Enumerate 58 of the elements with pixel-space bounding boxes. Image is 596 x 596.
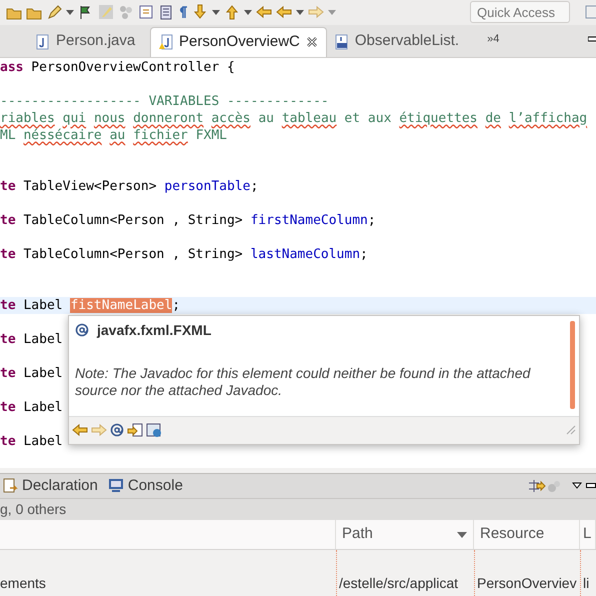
scrollbar-thumb[interactable]	[570, 320, 575, 409]
code-line: te TableColumn<Person , String> lastNameColumn;	[0, 246, 368, 263]
code-line: te Label	[0, 330, 63, 348]
problems-summary: g, 0 others	[0, 500, 66, 520]
code-line: ------------------ VARIABLES -------------	[0, 92, 329, 110]
column-header[interactable]: Path	[336, 520, 474, 549]
annotation-icon	[75, 323, 89, 338]
document-icon[interactable]	[158, 4, 174, 20]
editor-tab[interactable]: Person.java	[28, 26, 150, 57]
back-arrow-icon[interactable]	[72, 422, 88, 438]
table-cell: li	[580, 550, 596, 596]
document-icon	[2, 478, 18, 494]
left-arrow-icon[interactable]	[276, 4, 292, 20]
class-file-icon	[334, 34, 349, 50]
view-tab[interactable]: Console	[106, 475, 191, 498]
pilcrow-icon[interactable]	[178, 5, 188, 20]
close-icon[interactable]	[306, 36, 318, 48]
monitor-icon	[108, 478, 124, 494]
pin-icon[interactable]	[528, 478, 546, 494]
caret-icon[interactable]	[212, 10, 220, 15]
column-header[interactable]: Resource	[474, 520, 580, 549]
sort-caret-icon[interactable]	[457, 532, 467, 538]
table-cell-text: ements	[0, 574, 47, 593]
code-line: te Label	[0, 364, 63, 382]
editor-tab[interactable]: ObservableList.	[326, 26, 468, 57]
document-icon[interactable]	[138, 4, 154, 20]
java-file-icon	[36, 34, 50, 50]
caret-icon[interactable]	[66, 10, 74, 15]
caret-icon[interactable]	[244, 10, 252, 15]
minimize-icon[interactable]	[586, 483, 596, 490]
table-cell: PersonOverviev	[474, 550, 580, 596]
more-tabs-indicator[interactable]: »4	[487, 31, 500, 48]
quick-access-field[interactable]: Quick Access	[470, 1, 570, 24]
java-file-warning-icon	[159, 34, 173, 50]
grid-icon[interactable]	[584, 4, 596, 20]
left-arrow-icon[interactable]	[256, 4, 272, 20]
code-line: te TableView<Person> personTable;	[0, 178, 258, 195]
view-tab[interactable]: Declaration	[0, 475, 106, 498]
browser-icon[interactable]	[146, 422, 162, 438]
code-line: ML néssécaire au fichier FXML	[0, 126, 228, 144]
table-cell: /estelle/src/applicat	[336, 550, 474, 596]
code-line: ass PersonOverviewController {	[0, 58, 235, 76]
column-header[interactable]: L	[580, 520, 596, 549]
popup-title: javafx.fxml.FXML	[97, 320, 212, 340]
code-line: te Label	[0, 432, 63, 450]
annotation-icon[interactable]	[110, 423, 124, 438]
code-line: riables qui nous donneront accès au tableau et aux étiquettes de l’affichag	[0, 110, 588, 127]
pen-icon[interactable]	[46, 4, 62, 20]
view-menu-icon[interactable]	[572, 482, 582, 490]
editor-tab[interactable]: PersonOverviewC	[150, 26, 327, 57]
caret-icon[interactable]	[296, 10, 304, 15]
open-declaration-icon[interactable]	[127, 422, 143, 438]
resize-grip-icon[interactable]	[566, 425, 576, 436]
up-arrow-icon[interactable]	[224, 4, 240, 20]
popup-note: Note: The Javadoc for this element could neither be found in the attached source nor the attached Javadoc.	[75, 364, 532, 399]
code-line: te Label	[0, 398, 63, 416]
code-line: te TableColumn<Person , String> firstNameColumn;	[0, 212, 376, 229]
down-arrow-icon[interactable]	[192, 4, 208, 20]
